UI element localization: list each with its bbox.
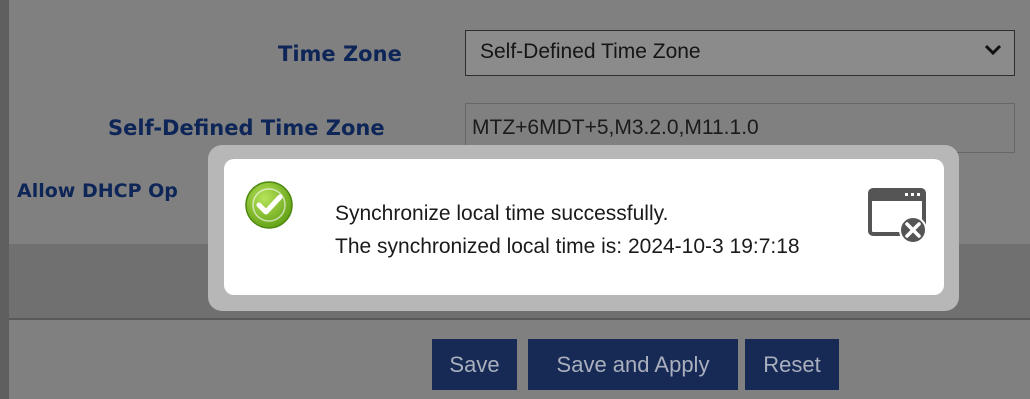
sidebar-edge <box>0 0 9 399</box>
time-zone-label: Time Zone <box>278 42 402 66</box>
self-defined-time-zone-label: Self-Defined Time Zone <box>108 116 385 140</box>
allow-dhcp-label: Allow DHCP Op <box>17 180 178 202</box>
sync-message-line2: The synchronized local time is: 2024-10-… <box>335 235 800 258</box>
time-zone-select-value: Self-Defined Time Zone <box>480 40 701 63</box>
save-button[interactable]: Save <box>432 339 517 390</box>
time-zone-select[interactable]: Self-Defined Time Zone <box>465 30 1015 76</box>
save-and-apply-button[interactable]: Save and Apply <box>528 339 738 390</box>
divider <box>9 318 1030 320</box>
check-circle-icon <box>245 181 293 229</box>
reset-button[interactable]: Reset <box>745 339 839 390</box>
close-window-icon[interactable] <box>867 187 931 247</box>
sync-message-line1: Synchronize local time successfully. <box>335 202 669 225</box>
self-defined-time-zone-value: MTZ+6MDT+5,M3.2.0,M11.1.0 <box>472 116 759 139</box>
sync-success-dialog: Synchronize local time successfully. The… <box>208 145 959 311</box>
dialog-body: Synchronize local time successfully. The… <box>224 159 944 295</box>
chevron-down-icon <box>984 44 1002 56</box>
